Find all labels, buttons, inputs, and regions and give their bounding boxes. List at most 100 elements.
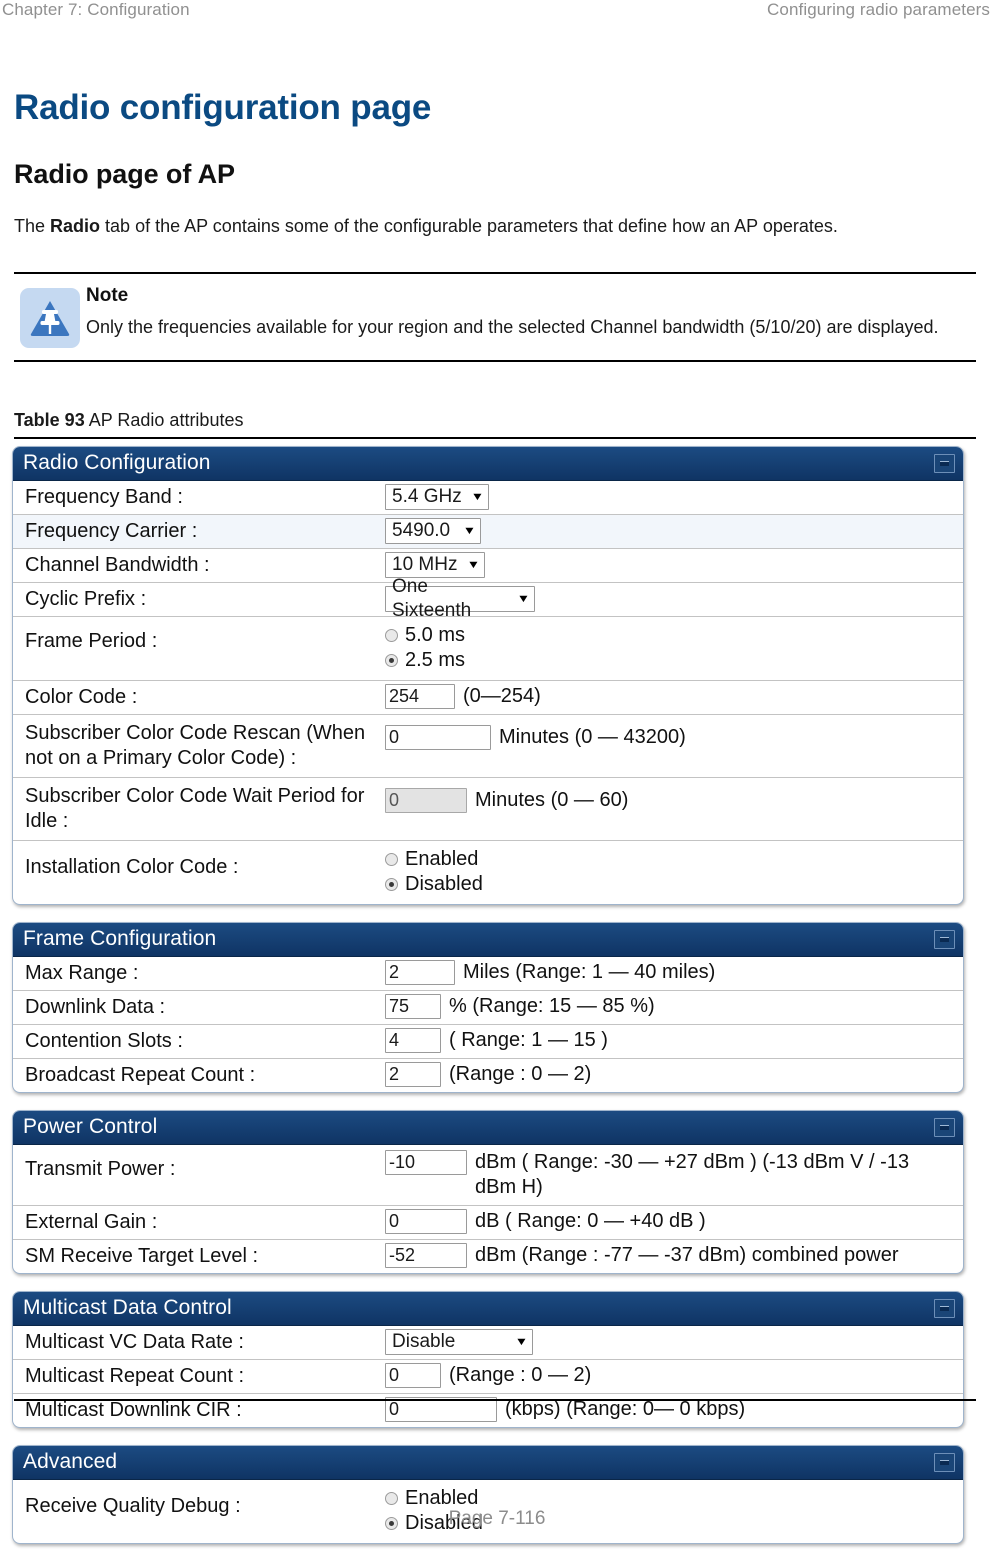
panel-radio-configuration: Radio Configuration Frequency Band : 5.4… (12, 446, 964, 905)
frequency-carrier-selected-value: 5490.0 (392, 520, 451, 541)
value-color-code: (0—254) (385, 681, 963, 713)
color-code-input[interactable] (385, 684, 455, 709)
minimize-icon[interactable] (934, 929, 955, 949)
subscriber-color-code-rescan-hint: Minutes (0 — 43200) (499, 726, 686, 748)
radio-installation-color-code-disabled-label: Disabled (405, 873, 483, 895)
panel-title: Multicast Data Control (23, 1296, 232, 1319)
row-subscriber-color-code-wait: Subscriber Color Code Wait Period for Id… (13, 778, 963, 841)
table-caption-text: AP Radio attributes (84, 410, 244, 430)
note-text: Only the frequencies available for your … (86, 317, 939, 337)
value-multicast-repeat-count: (Range : 0 — 2) (385, 1360, 963, 1392)
running-header-chapter: Chapter 7: Configuration (2, 0, 190, 19)
label-contention-slots: Contention Slots : (25, 1030, 183, 1052)
minimize-icon[interactable] (934, 1452, 955, 1472)
minimize-icon[interactable] (934, 1117, 955, 1137)
value-multicast-vc-data-rate: Disable ▼ (385, 1326, 963, 1359)
chevron-down-icon: ▼ (514, 1335, 529, 1348)
radio-button-icon-selected (385, 653, 398, 667)
external-gain-input[interactable] (385, 1209, 467, 1234)
radio-receive-quality-debug-enabled-label: Enabled (405, 1487, 479, 1509)
contention-slots-hint: ( Range: 1 — 15 ) (449, 1029, 608, 1051)
row-frequency-carrier: Frequency Carrier : 5490.0 ▼ (13, 515, 963, 549)
running-header-section: Configuring radio parameters (767, 0, 990, 19)
value-cyclic-prefix: One Sixteenth ▼ (385, 576, 963, 621)
radio-button-icon-selected (385, 877, 398, 891)
row-installation-color-code: Installation Color Code : Enabled Disabl… (13, 841, 963, 904)
row-color-code: Color Code : (0—254) (13, 681, 963, 715)
label-frequency-carrier: Frequency Carrier : (25, 520, 198, 542)
radio-frame-period-2_5ms-label: 2.5 ms (405, 649, 466, 671)
radio-installation-color-code-disabled[interactable]: Disabled (385, 872, 483, 896)
panel-multicast-data-control: Multicast Data Control Multicast VC Data… (12, 1291, 964, 1428)
sm-receive-target-level-input[interactable] (385, 1243, 467, 1268)
value-sm-receive-target-level: dBm (Range : -77 — -37 dBm) combined pow… (385, 1240, 963, 1272)
table-number: Table 93 (14, 410, 85, 430)
downlink-data-input[interactable] (385, 994, 441, 1019)
page-footer: Page 7-116 (448, 1508, 546, 1529)
note-body: Note Only the frequencies available for … (86, 284, 976, 341)
panel-title: Advanced (23, 1450, 118, 1473)
radio-frame-period-2_5ms[interactable]: 2.5 ms (385, 648, 465, 672)
multicast-vc-data-rate-select[interactable]: Disable ▼ (385, 1329, 533, 1355)
value-frequency-carrier: 5490.0 ▼ (385, 515, 963, 548)
label-installation-color-code: Installation Color Code : (25, 856, 239, 878)
subscriber-color-code-rescan-input[interactable] (385, 725, 491, 750)
panel-body-multicast-data-control: Multicast VC Data Rate : Disable ▼ Multi… (13, 1326, 963, 1427)
radio-installation-color-code-enabled[interactable]: Enabled (385, 847, 483, 871)
chevron-down-icon: ▼ (466, 558, 481, 571)
label-channel-bandwidth: Channel Bandwidth : (25, 554, 210, 576)
contention-slots-input[interactable] (385, 1028, 441, 1053)
label-broadcast-repeat-count: Broadcast Repeat Count : (25, 1064, 256, 1086)
panel-body-radio-configuration: Frequency Band : 5.4 GHz ▼ Frequency Car… (13, 481, 963, 904)
label-subscriber-color-code-rescan: Subscriber Color Code Rescan (When not o… (25, 722, 366, 769)
minimize-icon[interactable] (934, 453, 955, 473)
row-max-range: Max Range : Miles (Range: 1 — 40 miles) (13, 957, 963, 991)
frequency-band-select[interactable]: 5.4 GHz ▼ (385, 484, 489, 510)
row-multicast-vc-data-rate: Multicast VC Data Rate : Disable ▼ (13, 1326, 963, 1360)
downlink-data-hint: % (Range: 15 — 85 %) (449, 995, 655, 1017)
label-color-code: Color Code : (25, 686, 138, 708)
row-contention-slots: Contention Slots : ( Range: 1 — 15 ) (13, 1025, 963, 1059)
frequency-carrier-select[interactable]: 5490.0 ▼ (385, 518, 481, 544)
row-transmit-power: Transmit Power : dBm ( Range: -30 — +27 … (13, 1145, 963, 1206)
radio-button-icon (385, 1491, 398, 1505)
row-external-gain: External Gain : dB ( Range: 0 — +40 dB ) (13, 1206, 963, 1240)
value-installation-color-code: Enabled Disabled (385, 841, 963, 904)
panel-header-frame-configuration: Frame Configuration (13, 923, 963, 957)
radio-receive-quality-debug-enabled[interactable]: Enabled (385, 1486, 483, 1510)
max-range-input[interactable] (385, 960, 455, 985)
panel-title: Frame Configuration (23, 927, 217, 950)
radio-installation-color-code-enabled-label: Enabled (405, 848, 479, 870)
running-header: Chapter 7: Configuration Configuring rad… (0, 0, 994, 30)
panel-power-control: Power Control Transmit Power : dBm ( Ran… (12, 1110, 964, 1274)
label-sm-receive-target-level: SM Receive Target Level : (25, 1245, 259, 1267)
value-contention-slots: ( Range: 1 — 15 ) (385, 1025, 963, 1057)
row-multicast-repeat-count: Multicast Repeat Count : (Range : 0 — 2) (13, 1360, 963, 1394)
value-subscriber-color-code-wait: Minutes (0 — 60) (385, 778, 963, 822)
chevron-down-icon: ▼ (462, 524, 477, 537)
intro-text-before: The (14, 216, 51, 236)
broadcast-repeat-count-input[interactable] (385, 1062, 441, 1087)
page-title: Radio configuration page (14, 88, 432, 127)
note-title: Note (86, 285, 129, 306)
value-transmit-power: dBm ( Range: -30 — +27 dBm ) (-13 dBm V … (385, 1145, 963, 1205)
intro-paragraph: The Radio tab of the AP contains some of… (14, 212, 954, 240)
panel-header-multicast-data-control: Multicast Data Control (13, 1292, 963, 1326)
radio-frame-period-5ms[interactable]: 5.0 ms (385, 623, 465, 647)
value-external-gain: dB ( Range: 0 — +40 dB ) (385, 1206, 963, 1238)
panel-header-radio-configuration: Radio Configuration (13, 447, 963, 481)
multicast-repeat-count-input[interactable] (385, 1363, 441, 1388)
label-cyclic-prefix: Cyclic Prefix : (25, 588, 147, 610)
note-triangle-pushpin-icon (20, 288, 80, 348)
note-icon-container (14, 284, 86, 348)
multicast-repeat-count-hint: (Range : 0 — 2) (449, 1364, 592, 1386)
sm-receive-target-level-hint: dBm (Range : -77 — -37 dBm) combined pow… (475, 1244, 899, 1266)
label-frequency-band: Frequency Band : (25, 486, 183, 508)
panel-header-power-control: Power Control (13, 1111, 963, 1145)
row-frame-period: Frame Period : 5.0 ms 2.5 ms (13, 617, 963, 681)
cyclic-prefix-select[interactable]: One Sixteenth ▼ (385, 576, 535, 621)
minimize-icon[interactable] (934, 1298, 955, 1318)
transmit-power-input[interactable] (385, 1150, 467, 1175)
label-frame-period: Frame Period : (25, 630, 158, 652)
chevron-down-icon: ▼ (470, 490, 485, 503)
